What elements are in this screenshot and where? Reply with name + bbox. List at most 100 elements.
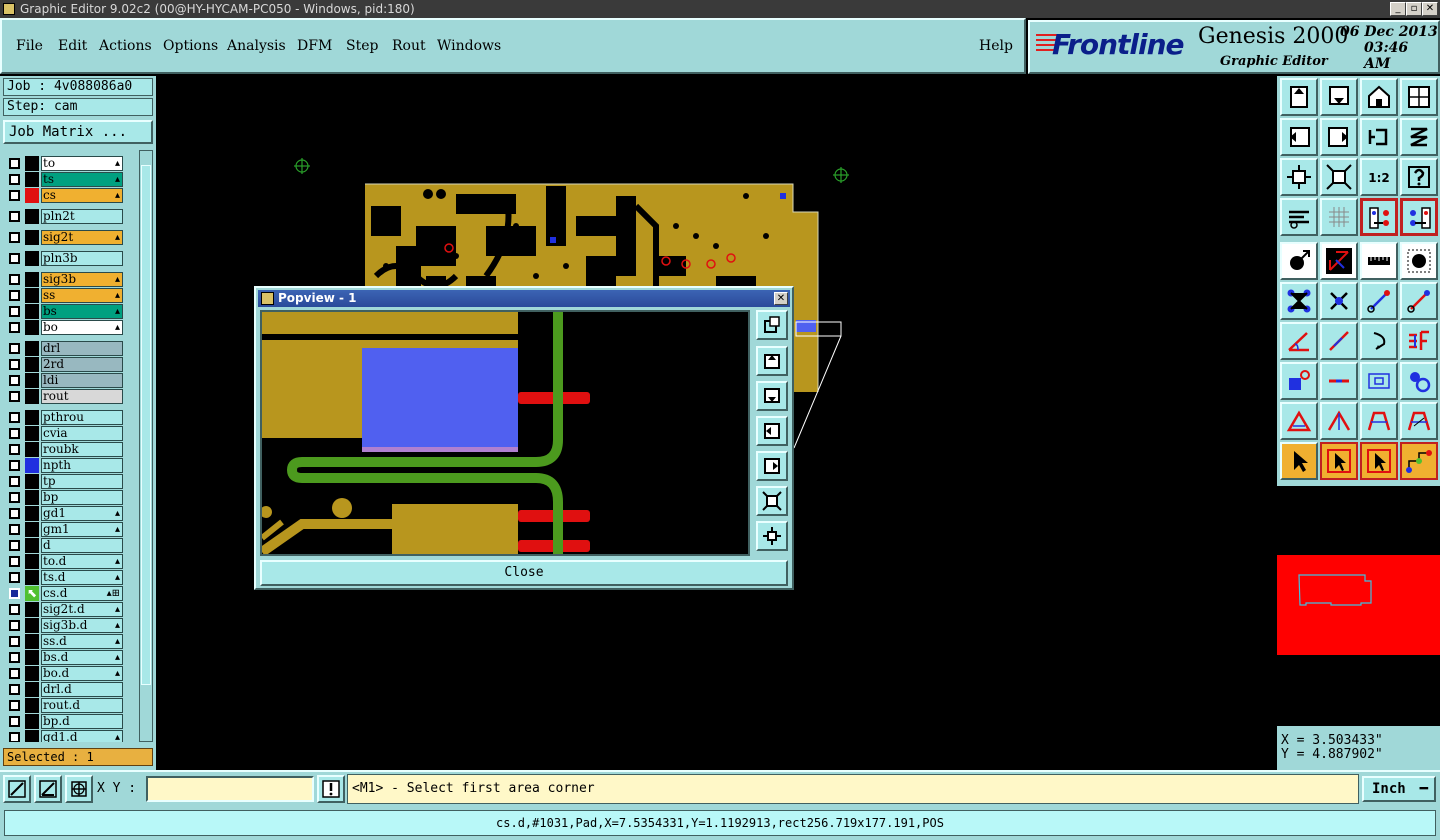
layer-row[interactable]: to ▴	[3, 156, 127, 171]
layer-color-swatch[interactable]	[25, 188, 39, 203]
layer-name[interactable]: bp	[41, 490, 123, 505]
zoom-down-button[interactable]	[1320, 78, 1358, 116]
layer-name[interactable]: gd1.d ▴	[41, 730, 123, 742]
line-add-button[interactable]	[1360, 282, 1398, 320]
layer-name[interactable]: sig2t ▴	[41, 230, 123, 245]
layer-checkbox[interactable]	[9, 556, 20, 567]
layer-name[interactable]: roubk	[41, 442, 123, 457]
ruler-button[interactable]	[1360, 242, 1398, 280]
layer-row[interactable]: bp.d	[3, 714, 127, 729]
layer-color-swatch[interactable]	[25, 442, 39, 457]
layer-name[interactable]: bp.d	[41, 714, 123, 729]
grid-button[interactable]	[1320, 198, 1358, 236]
layer-red-1-button[interactable]	[1360, 198, 1398, 236]
layer-checkbox[interactable]	[9, 375, 20, 386]
layer-checkbox[interactable]	[9, 444, 20, 455]
layer-checkbox[interactable]	[9, 428, 20, 439]
layer-name[interactable]: bo.d ▴	[41, 666, 123, 681]
popview-close-icon[interactable]: ✕	[774, 292, 788, 305]
layer-checkbox[interactable]	[9, 232, 20, 243]
layer-row[interactable]: pln2t	[3, 209, 127, 224]
layer-color-swatch[interactable]	[25, 474, 39, 489]
layer-row[interactable]: bs.d ▴	[3, 650, 127, 665]
arc-button[interactable]	[1360, 322, 1398, 360]
layer-name[interactable]: bo ▴	[41, 320, 123, 335]
tri-2-button[interactable]	[1320, 402, 1358, 440]
layer-row[interactable]: tp	[3, 474, 127, 489]
popview-pan-right-button[interactable]	[756, 451, 788, 481]
layer-name[interactable]: tp	[41, 474, 123, 489]
layer-color-swatch[interactable]	[25, 172, 39, 187]
layer-name[interactable]: to.d ▴	[41, 554, 123, 569]
layer-name[interactable]: 2rd	[41, 357, 123, 372]
layer-row[interactable]: ts ▴	[3, 172, 127, 187]
popview-zoom-out-button[interactable]	[756, 521, 788, 551]
flip-button[interactable]	[1360, 118, 1398, 156]
layer-row[interactable]: sig2t.d ▴	[3, 602, 127, 617]
layer-row[interactable]: 2rd	[3, 357, 127, 372]
line-mid-button[interactable]	[1320, 362, 1358, 400]
scroll-thumb[interactable]	[141, 165, 151, 685]
query-button[interactable]	[1400, 158, 1438, 196]
layer-checkbox[interactable]	[9, 253, 20, 264]
layer-checkbox[interactable]	[9, 716, 20, 727]
layer-name[interactable]: rout	[41, 389, 123, 404]
layer-row[interactable]: pln3b	[3, 251, 127, 266]
layer-checkbox[interactable]	[9, 412, 20, 423]
layer-name[interactable]: ts.d ▴	[41, 570, 123, 585]
layer-row[interactable]: d	[3, 538, 127, 553]
layer-name[interactable]: npth	[41, 458, 123, 473]
layer-row[interactable]: ss ▴	[3, 288, 127, 303]
connect-button[interactable]	[1280, 282, 1318, 320]
layer-row[interactable]: ts.d ▴	[3, 570, 127, 585]
layer-checkbox[interactable]	[9, 540, 20, 551]
measure-tools-button[interactable]	[1280, 198, 1318, 236]
layer-color-swatch[interactable]	[25, 410, 39, 425]
layer-checkbox[interactable]	[9, 359, 20, 370]
layer-checkbox[interactable]	[9, 274, 20, 285]
layer-row[interactable]: sig2t ▴	[3, 230, 127, 245]
popview-canvas[interactable]	[259, 310, 750, 557]
menu-actions[interactable]: Actions	[99, 38, 152, 54]
layer-row[interactable]: gd1.d ▴	[3, 730, 127, 742]
layer-row[interactable]: roubk	[3, 442, 127, 457]
layer-name[interactable]: ss.d ▴	[41, 634, 123, 649]
pointer-box-button[interactable]	[1320, 442, 1358, 480]
layer-checkbox[interactable]	[9, 508, 20, 519]
alert-button[interactable]	[317, 775, 345, 803]
menu-file[interactable]: File	[16, 38, 43, 54]
layer-checkbox[interactable]	[9, 322, 20, 333]
menu-edit[interactable]: Edit	[58, 38, 87, 54]
menu-windows[interactable]: Windows	[437, 38, 501, 54]
layer-checkbox[interactable]	[9, 492, 20, 503]
layer-name[interactable]: gm1 ▴	[41, 522, 123, 537]
layer-name[interactable]: cs.d ▴⊞	[41, 586, 123, 601]
fit-vertical-button[interactable]	[1280, 158, 1318, 196]
tri-4-button[interactable]	[1400, 402, 1438, 440]
layer-name[interactable]: bs.d ▴	[41, 650, 123, 665]
layer-row[interactable]: ldi	[3, 373, 127, 388]
layer-color-swatch[interactable]	[25, 570, 39, 585]
layer-color-swatch[interactable]	[25, 389, 39, 404]
layer-color-swatch[interactable]	[25, 538, 39, 553]
layer-name[interactable]: sig2t.d ▴	[41, 602, 123, 617]
layer-color-swatch[interactable]	[25, 426, 39, 441]
menu-dfm[interactable]: DFM	[297, 38, 332, 54]
tri-1-button[interactable]	[1280, 402, 1318, 440]
layer-checkbox[interactable]	[9, 476, 20, 487]
layer-checkbox[interactable]	[9, 700, 20, 711]
slash-button[interactable]	[1320, 322, 1358, 360]
maximize-button[interactable]: ▫	[1406, 2, 1422, 16]
pan-window-button[interactable]	[1400, 78, 1438, 116]
zoom-right-button[interactable]	[1320, 118, 1358, 156]
close-window-button[interactable]: ✕	[1422, 2, 1438, 16]
layer-color-swatch[interactable]	[25, 272, 39, 287]
layer-row[interactable]: sig3b ▴	[3, 272, 127, 287]
zoom-left-button[interactable]	[1280, 118, 1318, 156]
pointer-highlight-button[interactable]	[1360, 442, 1398, 480]
layer-color-swatch[interactable]	[25, 602, 39, 617]
menu-rout[interactable]: Rout	[392, 38, 426, 54]
layer-red-2-button[interactable]	[1400, 198, 1438, 236]
layer-name[interactable]: ss ▴	[41, 288, 123, 303]
layer-name[interactable]: bs ▴	[41, 304, 123, 319]
